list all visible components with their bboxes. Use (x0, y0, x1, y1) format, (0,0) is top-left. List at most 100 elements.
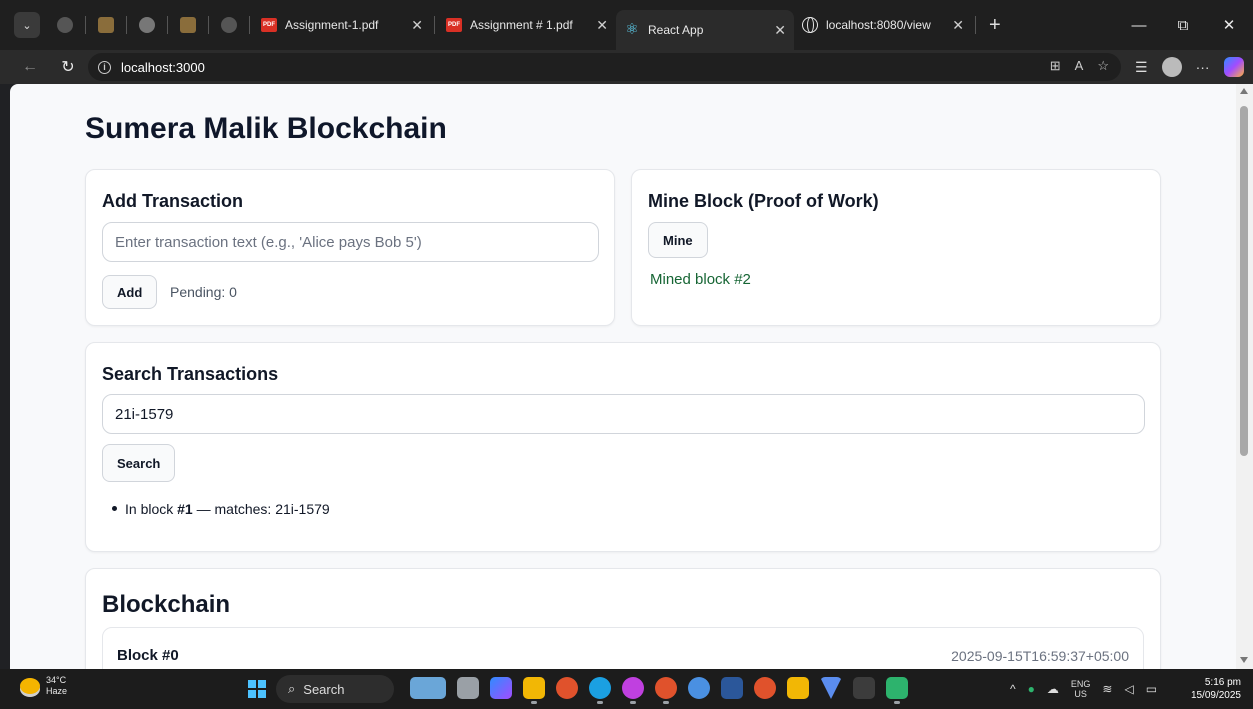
mine-block-heading: Mine Block (Proof of Work) (648, 191, 879, 211)
tab-separator (249, 16, 250, 34)
restore-icon[interactable]: ⧉ (1161, 0, 1205, 50)
favorites-icon[interactable]: ☰ (1135, 59, 1148, 76)
scroll-down-icon[interactable] (1240, 657, 1248, 663)
page-title: Sumera Malik Blockchain (85, 112, 447, 145)
pending-count: Pending: 0 (170, 284, 237, 300)
result-suffix: — matches: 21i-1579 (192, 501, 330, 517)
weather-haze-icon (20, 678, 40, 694)
pinned-tab[interactable] (48, 8, 82, 42)
add-button[interactable]: Add (102, 275, 158, 309)
tab-assignment-1-pdf-2[interactable]: PDF Assignment # 1.pdf ✕ (438, 8, 616, 42)
new-tab-icon[interactable]: + (989, 14, 1001, 37)
more-menu-icon[interactable]: ··· (1196, 59, 1210, 75)
transaction-input[interactable] (102, 222, 599, 262)
chrome-profile-2-icon[interactable] (655, 677, 677, 704)
system-tray: ^ ● ☁ ENG US ≋ ◁ ▭ (1010, 679, 1157, 699)
pinned-tab[interactable] (130, 8, 164, 42)
language-indicator[interactable]: ENG US (1071, 679, 1091, 699)
block-item: Block #0 2025-09-15T16:59:37+05:00 (102, 627, 1144, 669)
tab-title: Assignment-1.pdf (285, 18, 379, 32)
edge-icon[interactable] (589, 677, 611, 704)
tab-title: Assignment # 1.pdf (470, 18, 573, 32)
add-transaction-heading: Add Transaction (102, 191, 244, 211)
scrollbar-thumb[interactable] (1240, 106, 1248, 456)
taskbar-search[interactable]: ⌕ Search (276, 675, 394, 703)
blockchain-heading: Blockchain (102, 591, 231, 618)
search-heading: Search Transactions (102, 364, 279, 384)
read-aloud-icon[interactable]: A (1075, 58, 1084, 74)
chrome-profile-3-icon[interactable] (688, 677, 710, 699)
chevron-up-icon[interactable]: ^ (1010, 682, 1016, 696)
terminal-icon[interactable] (853, 677, 875, 699)
page-scrollbar[interactable] (1236, 84, 1253, 669)
close-window-icon[interactable]: ✕ (1207, 0, 1251, 50)
pinned-tab[interactable] (171, 8, 205, 42)
copilot-taskbar-icon[interactable] (490, 677, 512, 699)
battery-icon[interactable]: ▭ (1146, 682, 1157, 696)
block-timestamp: 2025-09-15T16:59:37+05:00 (951, 648, 1129, 664)
chrome-profile-icon[interactable] (622, 677, 644, 704)
notepad-icon[interactable] (886, 677, 908, 704)
tab-assignment-1-pdf[interactable]: PDF Assignment-1.pdf ✕ (253, 8, 431, 42)
image-favicon-icon (180, 17, 196, 33)
tab-title: React App (648, 23, 704, 37)
mine-button[interactable]: Mine (648, 222, 708, 258)
tab-separator (167, 16, 168, 34)
search-highlight-icon[interactable] (410, 677, 446, 699)
taskbar-clock[interactable]: 5:16 pm 15/09/2025 (1191, 676, 1241, 702)
tab-separator (975, 16, 976, 34)
close-tab-icon[interactable]: ✕ (774, 22, 786, 39)
minimize-icon[interactable]: — (1117, 0, 1161, 50)
word-icon[interactable] (721, 677, 743, 699)
profile-avatar[interactable] (1161, 57, 1182, 77)
tab-actions-menu-icon[interactable]: ⌄ (14, 12, 40, 38)
chrome-icon[interactable] (556, 677, 578, 699)
cloud-icon[interactable]: ☁ (1047, 682, 1059, 696)
globe-icon (802, 17, 818, 33)
pinned-tab[interactable] (212, 8, 246, 42)
favorite-star-icon[interactable]: ☆ (1097, 58, 1109, 74)
address-url: localhost:3000 (121, 59, 205, 75)
site-info-icon[interactable]: i (98, 60, 111, 74)
lang-region: US (1074, 689, 1087, 699)
wifi-icon[interactable]: ≋ (1102, 682, 1112, 696)
file-explorer-icon[interactable] (523, 677, 545, 704)
chrome-profile-4-icon[interactable] (754, 677, 776, 699)
search-button[interactable]: Search (102, 444, 176, 482)
clock-date: 15/09/2025 (1190, 690, 1241, 701)
volume-icon[interactable]: ◁ (1124, 682, 1133, 696)
vpn-icon[interactable] (820, 677, 842, 699)
tab-title: localhost:8080/view (826, 18, 931, 32)
search-result-item: In block #1 — matches: 21i-1579 (112, 501, 330, 517)
browser-toolbar: ← ↻ i localhost:3000 ⊞ A ☆ ☰ ··· (0, 50, 1253, 84)
tab-react-app[interactable]: ⚛ React App ✕ (616, 10, 794, 50)
security-icon[interactable]: ● (1028, 682, 1035, 696)
gear-favicon-icon (221, 17, 237, 33)
close-tab-icon[interactable]: ✕ (952, 17, 964, 34)
pdf-icon: PDF (446, 18, 462, 32)
immersive-reader-icon[interactable]: ⊞ (1050, 58, 1061, 74)
close-tab-icon[interactable]: ✕ (411, 17, 423, 34)
scroll-up-icon[interactable] (1240, 88, 1248, 94)
react-icon: ⚛ (625, 21, 639, 38)
search-input[interactable] (102, 394, 1145, 434)
pdf-icon: PDF (261, 18, 277, 32)
tab-localhost-8080[interactable]: localhost:8080/view ✕ (794, 8, 972, 42)
weather-widget[interactable]: 34°C Haze (20, 675, 67, 697)
add-transaction-card: Add Transaction Add Pending: 0 (85, 169, 615, 326)
copilot-icon[interactable] (1223, 57, 1244, 77)
task-view-icon[interactable] (457, 677, 479, 699)
clock-time: 5:16 pm (1204, 677, 1241, 688)
pinned-tab[interactable] (89, 8, 123, 42)
app-window-icon[interactable] (787, 677, 809, 699)
back-icon[interactable]: ← (16, 58, 44, 76)
list-bullet (112, 505, 117, 511)
close-tab-icon[interactable]: ✕ (596, 17, 608, 34)
browser-tab-bar: ⌄ PDF Assignment-1.pdf ✕ PDF Assignment … (0, 0, 1253, 50)
windows-start-icon[interactable] (248, 680, 266, 698)
taskbar-search-label: Search (303, 681, 345, 697)
mine-status: Mined block #2 (650, 271, 751, 288)
refresh-icon[interactable]: ↻ (54, 57, 82, 77)
image-favicon-icon (98, 17, 114, 33)
address-bar[interactable]: i localhost:3000 ⊞ A ☆ (88, 53, 1121, 81)
